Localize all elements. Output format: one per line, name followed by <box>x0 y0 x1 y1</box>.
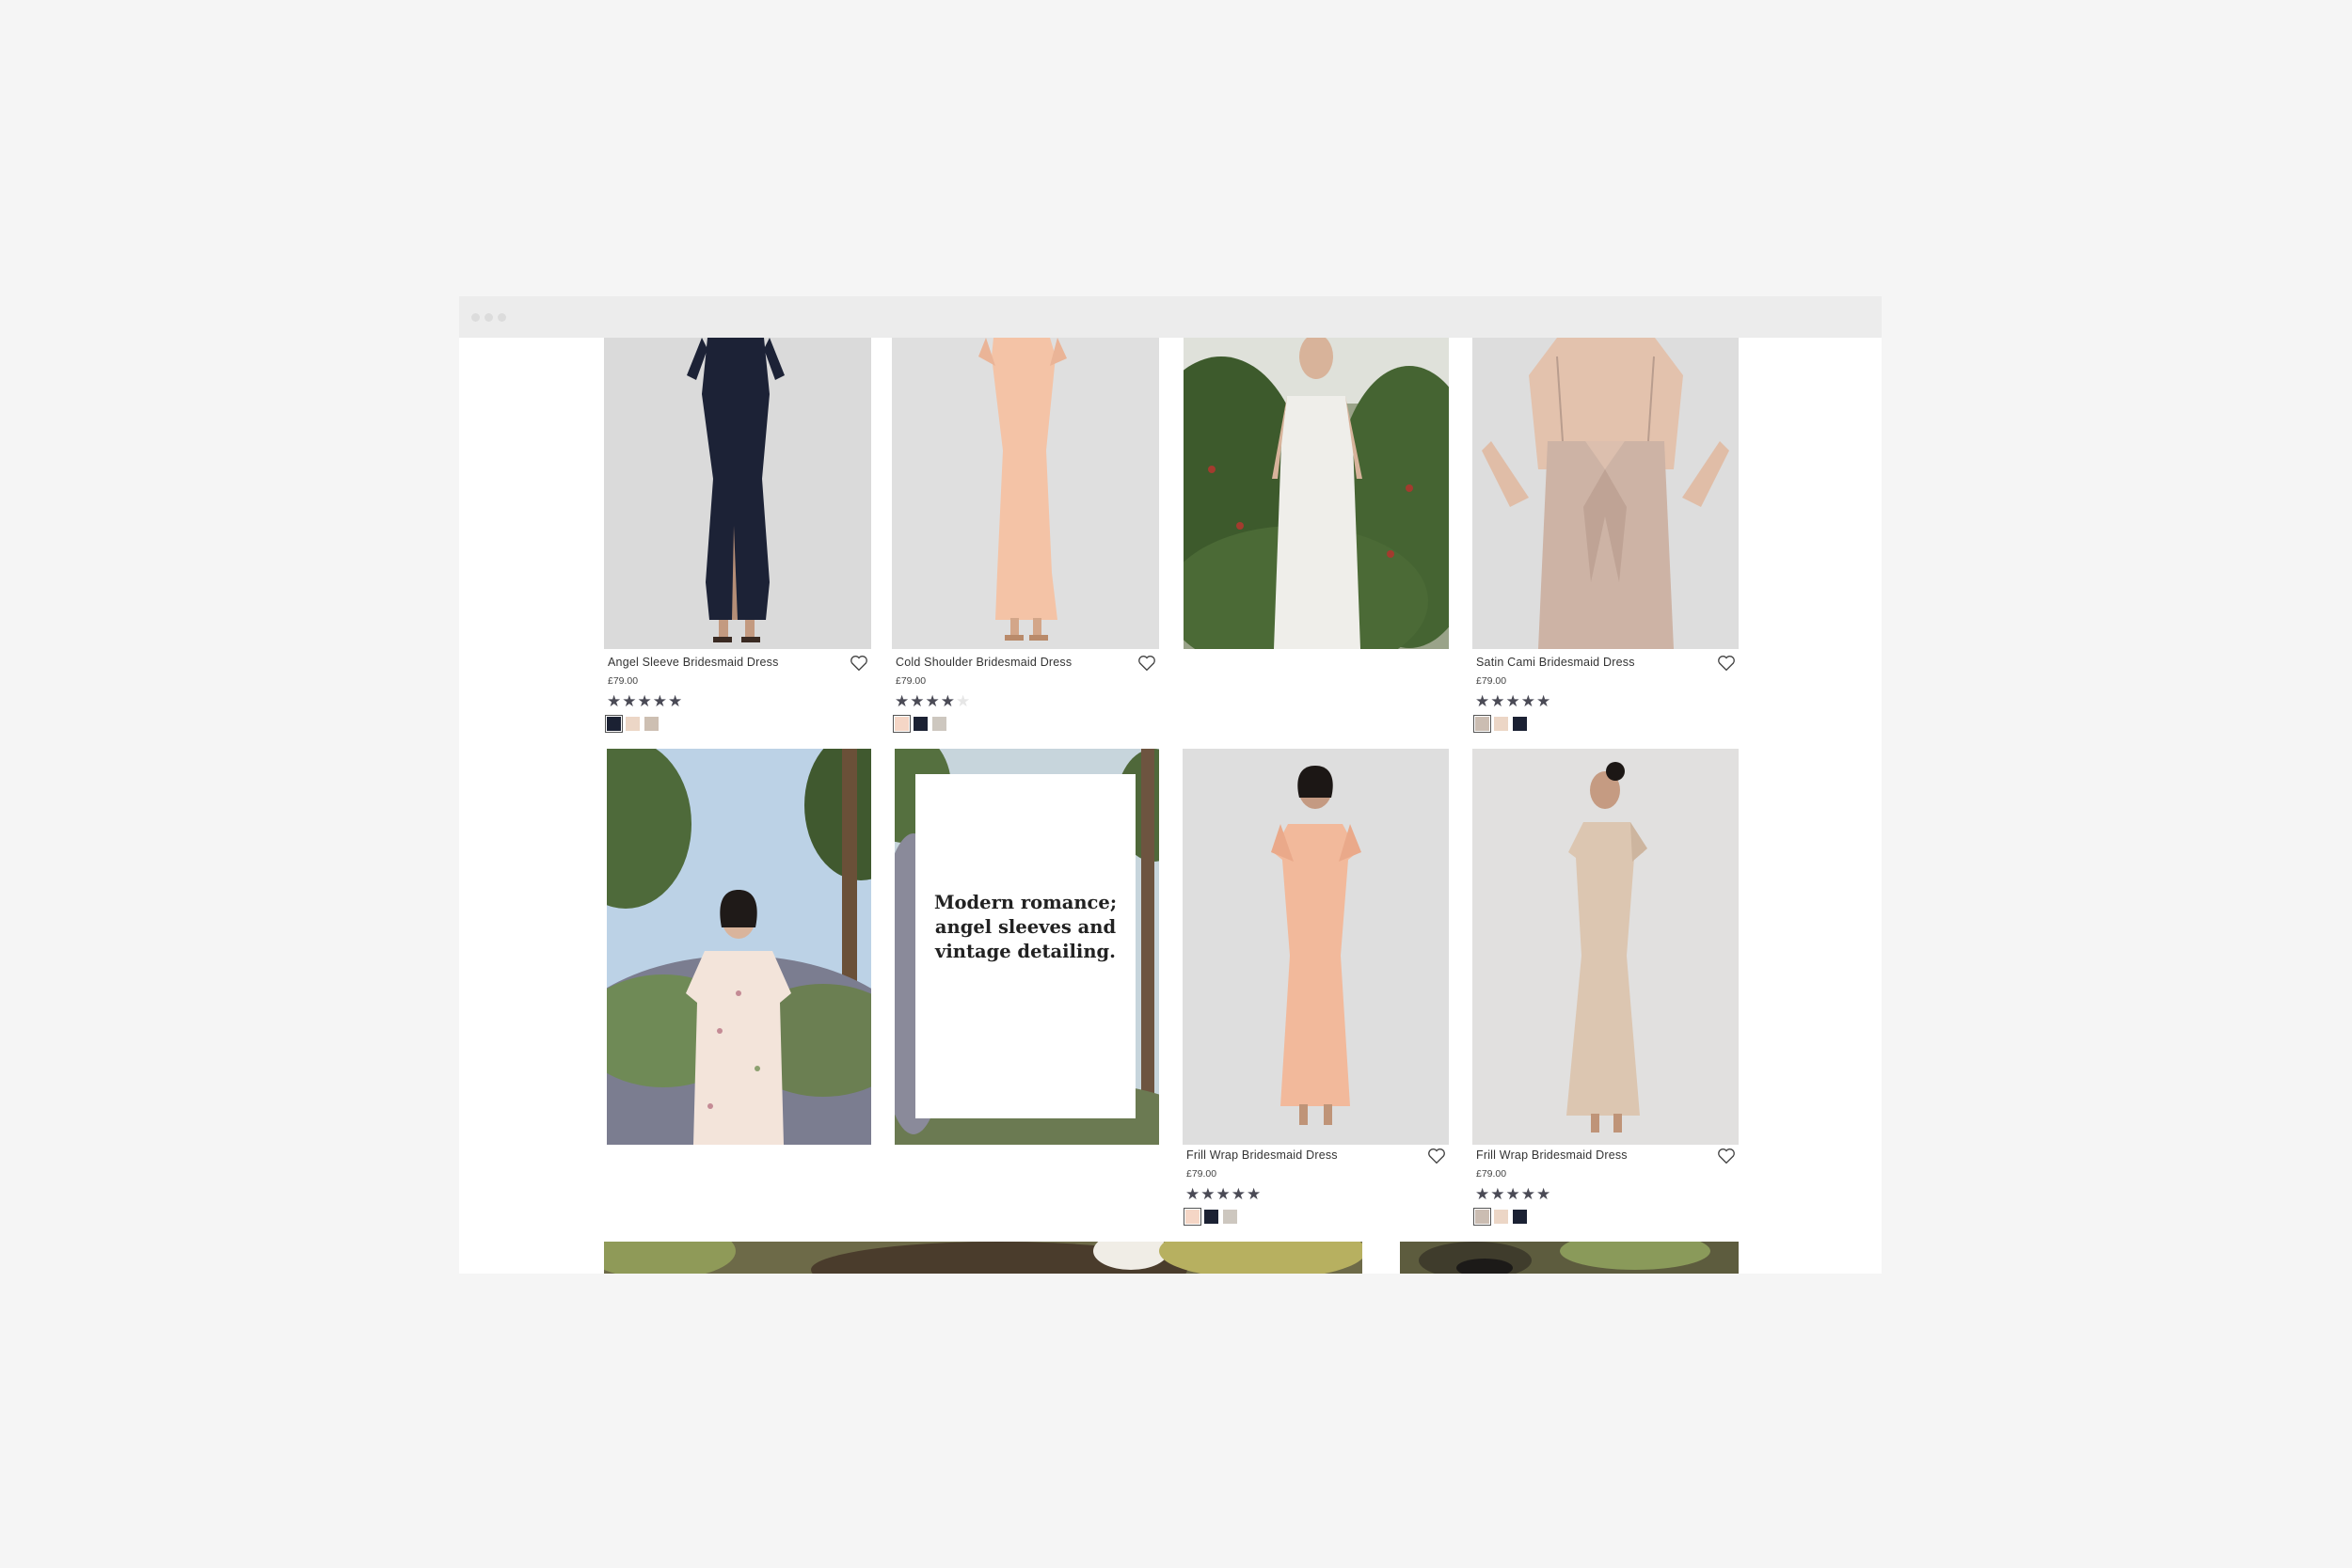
color-swatches <box>1184 1208 1237 1226</box>
product-info-cold-shoulder: Cold Shoulder Bridesmaid Dress £79.00 ★★… <box>892 651 1159 745</box>
swatch-navy[interactable] <box>1204 1210 1218 1224</box>
product-name[interactable]: Angel Sleeve Bridesmaid Dress <box>608 656 779 669</box>
product-image-cold-shoulder[interactable] <box>892 338 1159 649</box>
star-rating: ★★★★★ <box>1475 692 1552 710</box>
swatch-peach[interactable] <box>893 715 911 733</box>
window-minimize-dot[interactable] <box>485 313 493 322</box>
window-close-dot[interactable] <box>471 313 480 322</box>
product-info-frill-wrap-peach: Frill Wrap Bridesmaid Dress £79.00 ★★★★★ <box>1183 1144 1449 1238</box>
swatch-navy[interactable] <box>1513 1210 1527 1224</box>
product-image-ivory-satin[interactable] <box>1184 338 1449 649</box>
swatch-blush[interactable] <box>626 717 640 731</box>
swatch-taupe[interactable] <box>1473 1208 1491 1226</box>
product-info-angel-sleeve: Angel Sleeve Bridesmaid Dress £79.00 ★★★… <box>604 651 871 745</box>
product-image-frill-wrap-champagne[interactable] <box>1472 749 1739 1145</box>
product-image-satin-cami[interactable] <box>1472 338 1739 649</box>
heart-icon[interactable] <box>1716 653 1737 673</box>
swatch-stone[interactable] <box>932 717 946 731</box>
color-swatches <box>605 715 659 733</box>
product-price: £79.00 <box>608 675 639 687</box>
product-name[interactable]: Frill Wrap Bridesmaid Dress <box>1476 1148 1628 1162</box>
swatch-navy[interactable] <box>1513 717 1527 731</box>
editorial-banner-image[interactable] <box>604 1242 1362 1274</box>
swatch-peach[interactable] <box>1184 1208 1201 1226</box>
star-rating: ★★★★★ <box>607 692 684 710</box>
product-price: £79.00 <box>896 675 927 687</box>
window-maximize-dot[interactable] <box>498 313 506 322</box>
heart-icon[interactable] <box>1426 1146 1447 1166</box>
heart-icon[interactable] <box>849 653 869 673</box>
product-grid-viewport: Angel Sleeve Bridesmaid Dress £79.00 ★★★… <box>459 338 1882 1274</box>
product-image-frill-wrap-peach[interactable] <box>1183 749 1449 1145</box>
swatch-navy[interactable] <box>914 717 928 731</box>
color-swatches <box>1473 715 1527 733</box>
product-name[interactable]: Frill Wrap Bridesmaid Dress <box>1186 1148 1338 1162</box>
browser-window: Angel Sleeve Bridesmaid Dress £79.00 ★★★… <box>459 296 1882 1274</box>
swatch-taupe[interactable] <box>1473 715 1491 733</box>
browser-titlebar <box>459 296 1882 338</box>
product-image-angel-sleeve[interactable] <box>604 338 871 649</box>
swatch-navy[interactable] <box>605 715 623 733</box>
star-rating: ★★★★★ <box>1185 1185 1263 1203</box>
product-name[interactable]: Satin Cami Bridesmaid Dress <box>1476 656 1635 669</box>
product-info-satin-cami: Satin Cami Bridesmaid Dress £79.00 ★★★★★ <box>1472 651 1739 745</box>
product-price: £79.00 <box>1476 1168 1507 1180</box>
product-price: £79.00 <box>1186 1168 1217 1180</box>
heart-icon[interactable] <box>1716 1146 1737 1166</box>
product-name[interactable]: Cold Shoulder Bridesmaid Dress <box>896 656 1072 669</box>
star-rating: ★★★★★ <box>895 692 972 710</box>
swatch-taupe[interactable] <box>644 717 659 731</box>
promo-tile[interactable]: Modern romance; angel sleeves and vintag… <box>895 749 1159 1145</box>
product-price: £79.00 <box>1476 675 1507 687</box>
swatch-blush[interactable] <box>1494 717 1508 731</box>
editorial-image-floral-dress[interactable] <box>607 749 871 1145</box>
color-swatches <box>1473 1208 1527 1226</box>
editorial-side-image[interactable] <box>1400 1242 1739 1274</box>
star-rating: ★★★★★ <box>1475 1185 1552 1203</box>
swatch-stone[interactable] <box>1223 1210 1237 1224</box>
promo-text: Modern romance; angel sleeves and vintag… <box>933 892 1118 962</box>
swatch-blush[interactable] <box>1494 1210 1508 1224</box>
heart-icon[interactable] <box>1136 653 1157 673</box>
product-info-frill-wrap-champagne: Frill Wrap Bridesmaid Dress £79.00 ★★★★★ <box>1472 1144 1739 1238</box>
promo-card: Modern romance; angel sleeves and vintag… <box>915 774 1136 1118</box>
color-swatches <box>893 715 946 733</box>
